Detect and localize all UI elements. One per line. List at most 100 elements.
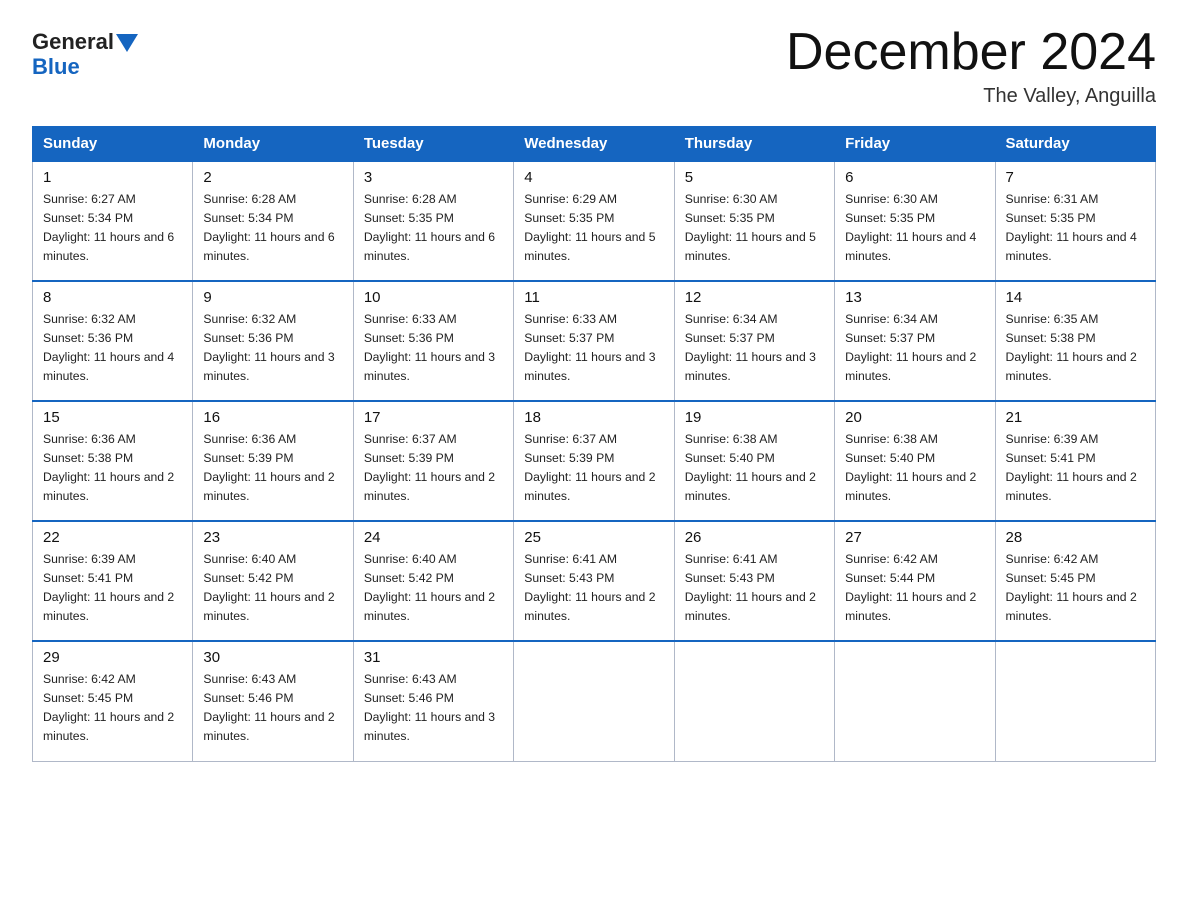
day-info: Sunrise: 6:27 AMSunset: 5:34 PMDaylight:… <box>43 190 182 266</box>
calendar-cell: 1 Sunrise: 6:27 AMSunset: 5:34 PMDayligh… <box>33 161 193 281</box>
calendar-week-row: 22 Sunrise: 6:39 AMSunset: 5:41 PMDaylig… <box>33 521 1156 641</box>
day-info: Sunrise: 6:43 AMSunset: 5:46 PMDaylight:… <box>364 670 503 746</box>
day-number: 28 <box>1006 529 1145 546</box>
day-number: 22 <box>43 529 182 546</box>
day-info: Sunrise: 6:41 AMSunset: 5:43 PMDaylight:… <box>685 550 824 626</box>
day-info: Sunrise: 6:36 AMSunset: 5:39 PMDaylight:… <box>203 430 342 506</box>
calendar-cell <box>835 641 995 761</box>
day-number: 6 <box>845 169 984 186</box>
weekday-header-tuesday: Tuesday <box>353 127 513 162</box>
day-number: 30 <box>203 649 342 666</box>
calendar-cell <box>674 641 834 761</box>
calendar-cell: 26 Sunrise: 6:41 AMSunset: 5:43 PMDaylig… <box>674 521 834 641</box>
calendar-cell: 2 Sunrise: 6:28 AMSunset: 5:34 PMDayligh… <box>193 161 353 281</box>
calendar-table: SundayMondayTuesdayWednesdayThursdayFrid… <box>32 126 1156 762</box>
calendar-cell: 3 Sunrise: 6:28 AMSunset: 5:35 PMDayligh… <box>353 161 513 281</box>
calendar-cell: 17 Sunrise: 6:37 AMSunset: 5:39 PMDaylig… <box>353 401 513 521</box>
calendar-cell: 9 Sunrise: 6:32 AMSunset: 5:36 PMDayligh… <box>193 281 353 401</box>
day-info: Sunrise: 6:37 AMSunset: 5:39 PMDaylight:… <box>364 430 503 506</box>
month-title: December 2024 <box>786 24 1156 81</box>
day-number: 19 <box>685 409 824 426</box>
day-info: Sunrise: 6:40 AMSunset: 5:42 PMDaylight:… <box>364 550 503 626</box>
day-info: Sunrise: 6:41 AMSunset: 5:43 PMDaylight:… <box>524 550 663 626</box>
calendar-cell: 27 Sunrise: 6:42 AMSunset: 5:44 PMDaylig… <box>835 521 995 641</box>
day-info: Sunrise: 6:32 AMSunset: 5:36 PMDaylight:… <box>203 310 342 386</box>
calendar-cell: 28 Sunrise: 6:42 AMSunset: 5:45 PMDaylig… <box>995 521 1155 641</box>
day-number: 8 <box>43 289 182 306</box>
calendar-cell: 8 Sunrise: 6:32 AMSunset: 5:36 PMDayligh… <box>33 281 193 401</box>
day-number: 10 <box>364 289 503 306</box>
day-number: 3 <box>364 169 503 186</box>
day-number: 11 <box>524 289 663 306</box>
title-block: December 2024 The Valley, Anguilla <box>786 24 1156 108</box>
calendar-cell: 4 Sunrise: 6:29 AMSunset: 5:35 PMDayligh… <box>514 161 674 281</box>
day-info: Sunrise: 6:30 AMSunset: 5:35 PMDaylight:… <box>845 190 984 266</box>
day-number: 14 <box>1006 289 1145 306</box>
day-number: 4 <box>524 169 663 186</box>
day-number: 12 <box>685 289 824 306</box>
day-number: 21 <box>1006 409 1145 426</box>
day-number: 24 <box>364 529 503 546</box>
day-info: Sunrise: 6:42 AMSunset: 5:45 PMDaylight:… <box>1006 550 1145 626</box>
day-info: Sunrise: 6:33 AMSunset: 5:36 PMDaylight:… <box>364 310 503 386</box>
calendar-cell: 16 Sunrise: 6:36 AMSunset: 5:39 PMDaylig… <box>193 401 353 521</box>
day-info: Sunrise: 6:42 AMSunset: 5:44 PMDaylight:… <box>845 550 984 626</box>
calendar-cell: 19 Sunrise: 6:38 AMSunset: 5:40 PMDaylig… <box>674 401 834 521</box>
day-number: 29 <box>43 649 182 666</box>
calendar-cell <box>995 641 1155 761</box>
calendar-cell <box>514 641 674 761</box>
day-info: Sunrise: 6:42 AMSunset: 5:45 PMDaylight:… <box>43 670 182 746</box>
day-number: 1 <box>43 169 182 186</box>
day-info: Sunrise: 6:43 AMSunset: 5:46 PMDaylight:… <box>203 670 342 746</box>
day-info: Sunrise: 6:38 AMSunset: 5:40 PMDaylight:… <box>845 430 984 506</box>
day-number: 2 <box>203 169 342 186</box>
weekday-header-friday: Friday <box>835 127 995 162</box>
day-info: Sunrise: 6:33 AMSunset: 5:37 PMDaylight:… <box>524 310 663 386</box>
calendar-cell: 11 Sunrise: 6:33 AMSunset: 5:37 PMDaylig… <box>514 281 674 401</box>
day-number: 7 <box>1006 169 1145 186</box>
calendar-cell: 31 Sunrise: 6:43 AMSunset: 5:46 PMDaylig… <box>353 641 513 761</box>
calendar-cell: 23 Sunrise: 6:40 AMSunset: 5:42 PMDaylig… <box>193 521 353 641</box>
day-info: Sunrise: 6:28 AMSunset: 5:35 PMDaylight:… <box>364 190 503 266</box>
day-number: 20 <box>845 409 984 426</box>
day-number: 5 <box>685 169 824 186</box>
calendar-cell: 22 Sunrise: 6:39 AMSunset: 5:41 PMDaylig… <box>33 521 193 641</box>
day-info: Sunrise: 6:31 AMSunset: 5:35 PMDaylight:… <box>1006 190 1145 266</box>
day-info: Sunrise: 6:34 AMSunset: 5:37 PMDaylight:… <box>845 310 984 386</box>
logo-triangle-icon <box>116 34 138 52</box>
day-number: 13 <box>845 289 984 306</box>
calendar-cell: 20 Sunrise: 6:38 AMSunset: 5:40 PMDaylig… <box>835 401 995 521</box>
weekday-header-sunday: Sunday <box>33 127 193 162</box>
calendar-cell: 18 Sunrise: 6:37 AMSunset: 5:39 PMDaylig… <box>514 401 674 521</box>
page-header: General Blue December 2024 The Valley, A… <box>32 24 1156 108</box>
logo-blue: Blue <box>32 54 80 79</box>
day-number: 26 <box>685 529 824 546</box>
calendar-week-row: 1 Sunrise: 6:27 AMSunset: 5:34 PMDayligh… <box>33 161 1156 281</box>
calendar-cell: 21 Sunrise: 6:39 AMSunset: 5:41 PMDaylig… <box>995 401 1155 521</box>
weekday-header-wednesday: Wednesday <box>514 127 674 162</box>
calendar-cell: 6 Sunrise: 6:30 AMSunset: 5:35 PMDayligh… <box>835 161 995 281</box>
logo-general: General <box>32 30 114 54</box>
day-info: Sunrise: 6:36 AMSunset: 5:38 PMDaylight:… <box>43 430 182 506</box>
day-number: 9 <box>203 289 342 306</box>
calendar-cell: 15 Sunrise: 6:36 AMSunset: 5:38 PMDaylig… <box>33 401 193 521</box>
calendar-cell: 24 Sunrise: 6:40 AMSunset: 5:42 PMDaylig… <box>353 521 513 641</box>
weekday-header-thursday: Thursday <box>674 127 834 162</box>
calendar-cell: 25 Sunrise: 6:41 AMSunset: 5:43 PMDaylig… <box>514 521 674 641</box>
day-number: 23 <box>203 529 342 546</box>
weekday-header-row: SundayMondayTuesdayWednesdayThursdayFrid… <box>33 127 1156 162</box>
day-number: 25 <box>524 529 663 546</box>
day-number: 16 <box>203 409 342 426</box>
location-subtitle: The Valley, Anguilla <box>786 85 1156 108</box>
day-info: Sunrise: 6:30 AMSunset: 5:35 PMDaylight:… <box>685 190 824 266</box>
day-info: Sunrise: 6:40 AMSunset: 5:42 PMDaylight:… <box>203 550 342 626</box>
calendar-cell: 10 Sunrise: 6:33 AMSunset: 5:36 PMDaylig… <box>353 281 513 401</box>
calendar-week-row: 29 Sunrise: 6:42 AMSunset: 5:45 PMDaylig… <box>33 641 1156 761</box>
calendar-cell: 12 Sunrise: 6:34 AMSunset: 5:37 PMDaylig… <box>674 281 834 401</box>
calendar-cell: 5 Sunrise: 6:30 AMSunset: 5:35 PMDayligh… <box>674 161 834 281</box>
logo: General Blue <box>32 30 138 80</box>
day-info: Sunrise: 6:28 AMSunset: 5:34 PMDaylight:… <box>203 190 342 266</box>
calendar-week-row: 8 Sunrise: 6:32 AMSunset: 5:36 PMDayligh… <box>33 281 1156 401</box>
calendar-cell: 30 Sunrise: 6:43 AMSunset: 5:46 PMDaylig… <box>193 641 353 761</box>
day-info: Sunrise: 6:29 AMSunset: 5:35 PMDaylight:… <box>524 190 663 266</box>
